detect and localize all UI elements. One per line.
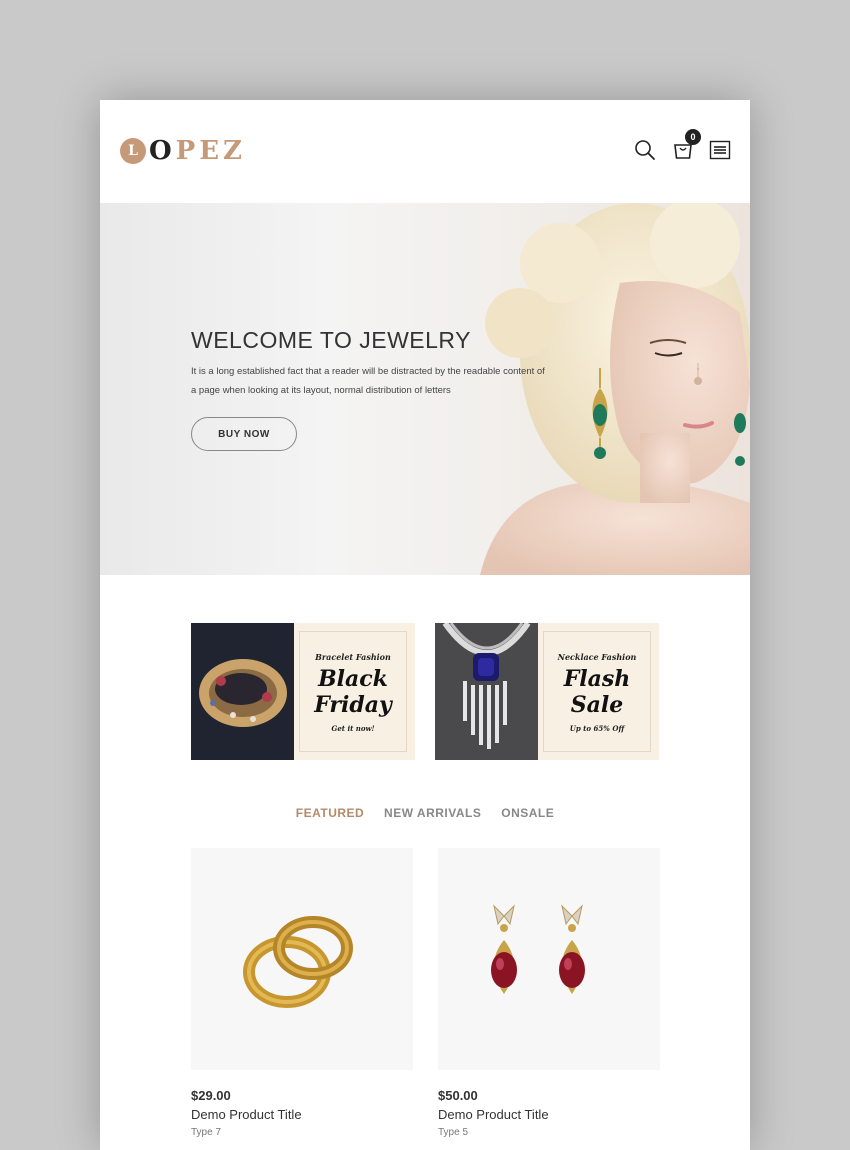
product-title[interactable]: Demo Product Title xyxy=(191,1107,302,1122)
earrings-image xyxy=(491,904,585,994)
hero-title: WELCOME TO JEWELRY xyxy=(191,327,471,353)
promo-banner-necklace[interactable]: Necklace Fashion Flash Sale Up to 65% Off xyxy=(435,623,659,760)
search-icon[interactable] xyxy=(633,138,657,162)
logo-rest: PEZ xyxy=(175,136,247,166)
logo[interactable]: L OPEZ xyxy=(120,134,246,168)
buy-now-button[interactable]: BUY NOW xyxy=(191,417,297,451)
banner-headline-line1: Flash xyxy=(563,666,631,692)
banner-tagline: Get it now! xyxy=(331,724,375,733)
logo-mark: L xyxy=(120,138,146,164)
site-header: L OPEZ 0 xyxy=(100,100,750,203)
banner-headline-line1: Black xyxy=(318,666,388,692)
banner-headline-line2: Sale xyxy=(570,692,624,718)
bangle-image xyxy=(243,916,353,1008)
product-type: Type 7 xyxy=(191,1127,222,1138)
banner-card: Bracelet Fashion Black Friday Get it now! xyxy=(299,631,407,752)
banner-subtitle: Bracelet Fashion xyxy=(315,652,391,662)
product-card[interactable]: $50.00 Demo Product Title Type 5 xyxy=(438,848,660,1138)
tab-onsale[interactable]: ONSALE xyxy=(501,806,554,820)
necklace-image xyxy=(435,623,538,760)
product-type: Type 5 xyxy=(438,1127,469,1138)
banner-tagline: Up to 65% Off xyxy=(569,724,625,733)
logo-first-letter: O xyxy=(149,136,176,166)
banner-headline: Black Friday xyxy=(300,666,406,718)
bracelet-image xyxy=(191,623,294,760)
banner-headline-line2: Friday xyxy=(314,692,392,718)
promo-banner-bracelet[interactable]: Bracelet Fashion Black Friday Get it now! xyxy=(191,623,415,760)
banner-card: Necklace Fashion Flash Sale Up to 65% Off xyxy=(543,631,651,752)
menu-icon[interactable] xyxy=(708,138,732,162)
product-tabs: FEATURED NEW ARRIVALS ONSALE xyxy=(100,806,750,820)
product-image xyxy=(191,848,413,1070)
banner-subtitle: Necklace Fashion xyxy=(557,652,637,662)
product-card[interactable]: $29.00 Demo Product Title Type 7 xyxy=(191,848,413,1138)
logo-text: OPEZ xyxy=(149,136,246,166)
banner-headline: Flash Sale xyxy=(544,666,650,718)
product-title[interactable]: Demo Product Title xyxy=(438,1107,549,1122)
tab-featured[interactable]: FEATURED xyxy=(296,806,364,820)
cart-count-badge: 0 xyxy=(685,129,701,145)
page: L OPEZ 0 WELCOME TO JEWELRY It is a long… xyxy=(100,100,750,1150)
product-price: $29.00 xyxy=(191,1088,231,1103)
product-image xyxy=(438,848,660,1070)
tab-new-arrivals[interactable]: NEW ARRIVALS xyxy=(384,806,481,820)
hero-banner: WELCOME TO JEWELRY It is a long establis… xyxy=(100,203,750,575)
product-price: $50.00 xyxy=(438,1088,478,1103)
hero-description: It is a long established fact that a rea… xyxy=(191,366,545,396)
